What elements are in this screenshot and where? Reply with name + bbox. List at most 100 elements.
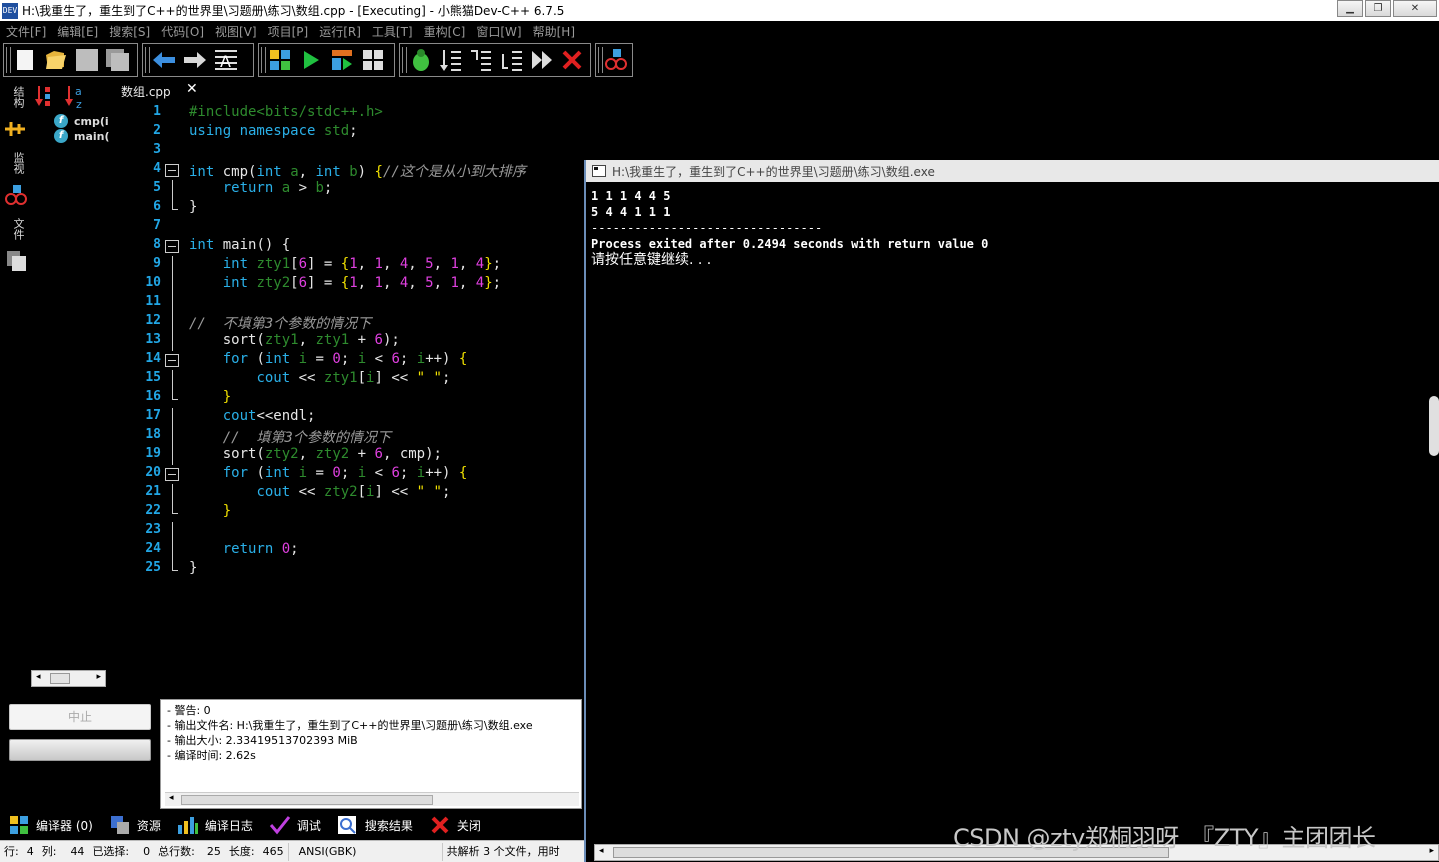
- scrollbar-thumb[interactable]: [50, 673, 70, 684]
- compile-run-icon[interactable]: [329, 47, 355, 73]
- menu-search[interactable]: 搜索[S]: [109, 23, 150, 40]
- files-icon[interactable]: [6, 250, 28, 275]
- menu-help[interactable]: 帮助[H]: [533, 23, 575, 40]
- stop-debug-icon[interactable]: [560, 47, 585, 73]
- debug-check-icon: [269, 815, 291, 835]
- tab-resource[interactable]: 资源: [109, 815, 161, 835]
- code-line: 4 int cmp(int a, int b) {//这个是从小到大排序: [153, 161, 526, 180]
- code-line: 2 using namespace std;: [153, 123, 358, 139]
- class-browser-item-label: main(: [74, 129, 110, 143]
- fold-toggle[interactable]: [165, 354, 179, 367]
- function-icon: f: [54, 129, 68, 143]
- add-icon[interactable]: [5, 120, 27, 141]
- status-encoding[interactable]: ANSI(GBK): [289, 842, 443, 861]
- tab-search-results[interactable]: 搜索结果: [337, 815, 413, 835]
- console-vertical-scrollbar[interactable]: [1429, 396, 1439, 456]
- minimize-button[interactable]: ▁: [1337, 0, 1363, 17]
- scroll-left-icon[interactable]: ◂: [169, 793, 174, 803]
- class-browser-item-main[interactable]: f main(: [54, 129, 110, 143]
- svg-text:A: A: [220, 52, 231, 71]
- status-line-label: 行:: [4, 844, 19, 858]
- tab-label: 编译器 (0): [36, 818, 93, 833]
- step-out-icon[interactable]: [499, 47, 524, 73]
- tab-compiler[interactable]: 编译器 (0): [8, 815, 93, 835]
- close-window-button[interactable]: ✕: [1393, 0, 1437, 17]
- menu-refactor[interactable]: 重构[C]: [424, 23, 466, 40]
- code-line: 1 #include<bits/stdc++.h>: [153, 104, 383, 120]
- scroll-left-icon[interactable]: ◂: [599, 846, 604, 856]
- code-line: 20 for (int i = 0; i < 6; i++) {: [145, 465, 468, 481]
- tab-label: 关闭: [456, 818, 481, 833]
- side-panel-tabs: 结构 监视 文件: [0, 80, 32, 280]
- console-window[interactable]: H:\我重生了，重生到了C++的世界里\习题册\练习\数组.exe 1 1 1 …: [584, 160, 1439, 862]
- scrollbar-thumb[interactable]: [181, 795, 433, 805]
- menu-code[interactable]: 代码[O]: [161, 23, 204, 40]
- watch-glasses-icon[interactable]: [4, 184, 28, 209]
- step-over-icon[interactable]: [438, 47, 463, 73]
- add-watch-icon[interactable]: [604, 47, 628, 73]
- compile-icon[interactable]: [267, 47, 293, 73]
- side-tab-watch[interactable]: 监视: [10, 152, 26, 174]
- code-line: 10 int zty2[6] = {1, 1, 4, 5, 1, 4};: [112, 275, 582, 294]
- menu-file[interactable]: 文件[F]: [6, 23, 46, 40]
- console-title-bar: H:\我重生了，重生到了C++的世界里\习题册\练习\数组.exe: [586, 160, 1439, 182]
- scroll-left-icon[interactable]: ◂: [36, 672, 41, 682]
- side-tab-structure[interactable]: 结构: [10, 86, 26, 108]
- compile-progress-bar: [9, 739, 151, 761]
- watermark: CSDN @zty郑桐羽呀 『ZTY』主团团长: [953, 824, 1376, 852]
- code-line: 21 cout << zty2[i] << " ";: [112, 484, 582, 503]
- menu-window[interactable]: 窗口[W]: [476, 23, 521, 40]
- menu-edit[interactable]: 编辑[E]: [57, 23, 98, 40]
- forward-arrow-icon[interactable]: [182, 47, 208, 73]
- compile-log-panel: - 警告: 0 - 输出文件名: H:\我重生了，重生到了C++的世界里\习题册…: [160, 699, 582, 809]
- console-line: --------------------------------: [591, 221, 823, 235]
- tab-compile-log[interactable]: 编译日志: [177, 815, 253, 835]
- debug-bug-icon[interactable]: [408, 47, 433, 73]
- fold-toggle[interactable]: [165, 468, 179, 481]
- sort-alpha-icon[interactable]: az: [64, 84, 88, 113]
- code-line: 24 return 0;: [112, 541, 582, 560]
- rebuild-icon[interactable]: [360, 47, 386, 73]
- scroll-right-icon[interactable]: ▸: [1429, 846, 1434, 856]
- format-code-icon[interactable]: A: [213, 47, 239, 73]
- editor-tab[interactable]: 数组.cpp ✕: [112, 80, 212, 100]
- save-icon[interactable]: [74, 47, 100, 73]
- back-arrow-icon[interactable]: [151, 47, 177, 73]
- step-into-icon[interactable]: [469, 47, 494, 73]
- sort-by-type-icon[interactable]: [34, 84, 56, 111]
- menu-view[interactable]: 视图[V]: [215, 23, 257, 40]
- class-browser-item-cmp[interactable]: f cmp(i: [54, 114, 109, 128]
- code-line: 14 for (int i = 0; i < 6; i++) {: [145, 351, 468, 367]
- side-tab-files[interactable]: 文件: [10, 218, 26, 240]
- class-browser: az f cmp(i f main(: [32, 80, 110, 680]
- open-folder-icon[interactable]: [43, 47, 69, 73]
- continue-icon[interactable]: [529, 47, 554, 73]
- code-editor[interactable]: 1 #include<bits/stdc++.h> 2 using namespac…: [112, 104, 582, 584]
- scroll-right-icon[interactable]: ▸: [96, 672, 101, 682]
- menu-tools[interactable]: 工具[T]: [372, 23, 413, 40]
- menu-bar: 文件[F] 编辑[E] 搜索[S] 代码[O] 视图[V] 项目[P] 运行[R…: [0, 21, 1439, 41]
- stop-button[interactable]: 中止: [9, 704, 151, 730]
- tab-close[interactable]: 关闭: [429, 815, 481, 835]
- status-line-value: 4: [26, 844, 34, 858]
- class-browser-scrollbar[interactable]: ◂ ▸: [31, 670, 106, 687]
- editor-tab-label: 数组.cpp: [121, 85, 171, 99]
- log-line: - 警告: 0: [167, 704, 211, 717]
- menu-run[interactable]: 运行[R]: [319, 23, 361, 40]
- new-file-icon[interactable]: [12, 47, 38, 73]
- fold-toggle[interactable]: [165, 164, 179, 177]
- tab-debug[interactable]: 调试: [269, 815, 321, 835]
- status-selection-value: 0: [143, 844, 151, 858]
- toolbar: A: [0, 42, 1439, 78]
- log-horizontal-scrollbar[interactable]: ◂: [165, 792, 579, 806]
- status-col-value: 44: [70, 844, 85, 858]
- save-all-icon[interactable]: [105, 47, 131, 73]
- resource-icon: [109, 815, 131, 835]
- menu-project[interactable]: 项目[P]: [268, 23, 309, 40]
- toolbar-group-build: [258, 43, 395, 77]
- fold-toggle[interactable]: [165, 240, 179, 253]
- run-icon[interactable]: [298, 47, 324, 73]
- maximize-button[interactable]: ❐: [1365, 0, 1391, 17]
- console-line: Process exited after 0.2494 seconds with…: [591, 237, 989, 251]
- close-tab-icon[interactable]: ✕: [186, 81, 198, 97]
